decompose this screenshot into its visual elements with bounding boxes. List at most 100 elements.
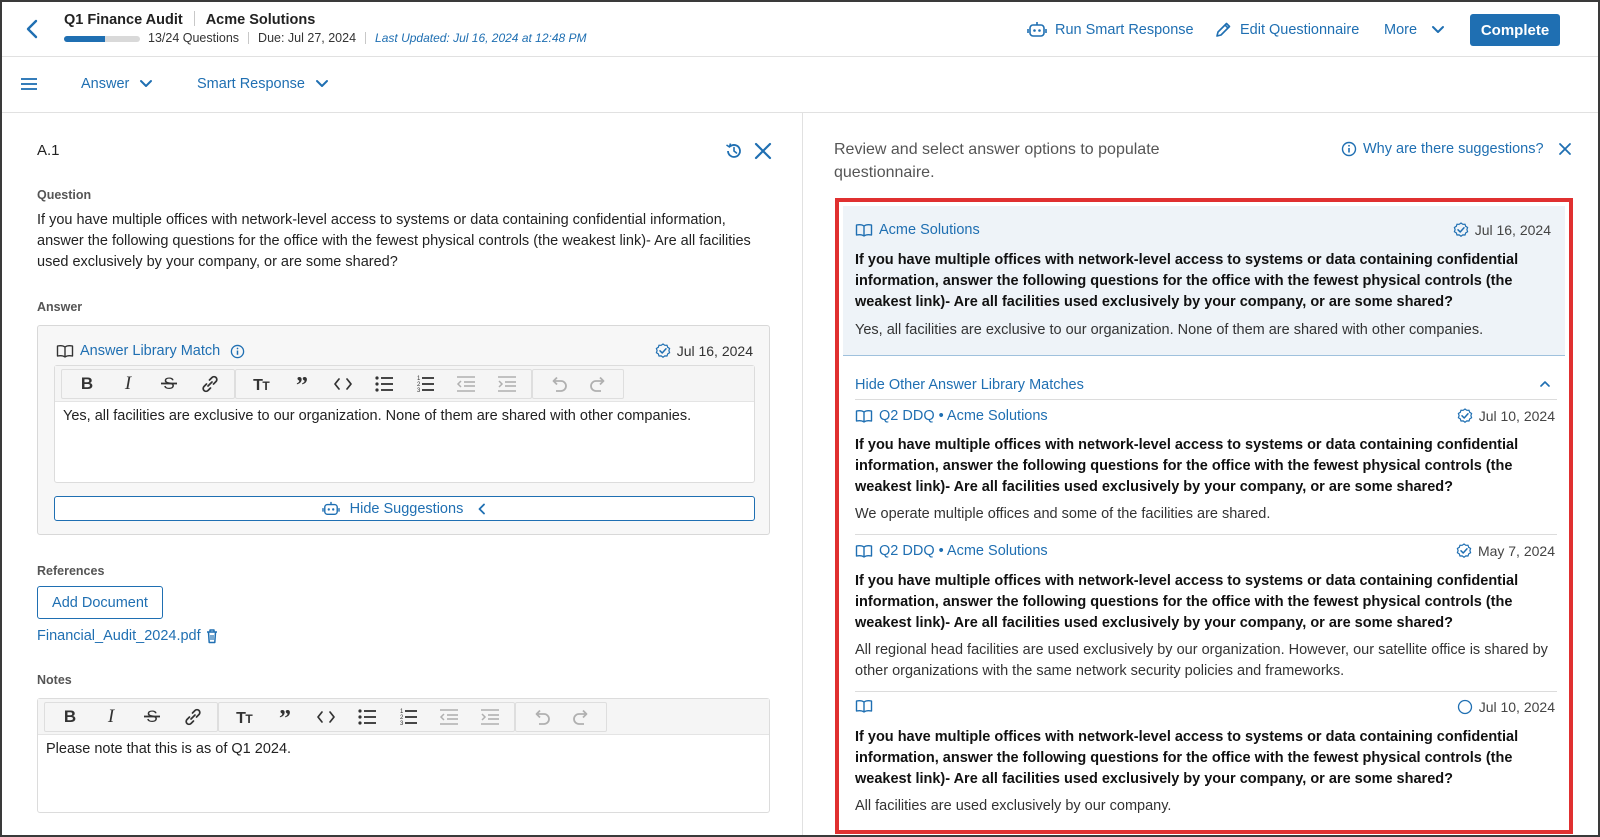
- strikethrough-icon[interactable]: S: [131, 703, 172, 731]
- hide-suggestions-button[interactable]: Hide Suggestions: [54, 496, 755, 521]
- verified-check-icon: [1456, 543, 1472, 558]
- company-name: Acme Solutions: [205, 12, 316, 28]
- chevron-down-icon: [316, 80, 328, 87]
- link-icon[interactable]: [172, 703, 213, 731]
- progress-bar: [64, 36, 140, 42]
- answer-dropdown[interactable]: Answer: [81, 76, 153, 92]
- link-icon[interactable]: [189, 370, 230, 398]
- undo-icon[interactable]: [537, 370, 578, 398]
- toolbar-group: [515, 701, 607, 732]
- indent-icon[interactable]: [469, 703, 510, 731]
- match-source: [855, 699, 879, 713]
- header-meta: 13/24 Questions Due: Jul 27, 2024 Last Upd…: [148, 31, 587, 45]
- info-icon[interactable]: [230, 344, 245, 359]
- italic-icon[interactable]: I: [90, 703, 131, 731]
- match-answer: All regional head facilities are used ex…: [855, 642, 1548, 679]
- hide-suggestions-label: Hide Suggestions: [349, 500, 464, 517]
- svg-text:I: I: [123, 373, 132, 394]
- match-source-label[interactable]: Q2 DDQ • Acme Solutions: [879, 408, 1048, 424]
- hide-other-matches-toggle[interactable]: Hide Other Answer Library Matches: [855, 377, 1084, 393]
- undo-icon[interactable]: [520, 703, 561, 731]
- match-question: If you have multiple offices with networ…: [855, 573, 1519, 631]
- suggestion-source-label[interactable]: Acme Solutions: [879, 222, 980, 238]
- svg-text:3: 3: [417, 388, 421, 394]
- suggestion-source: Acme Solutions: [855, 222, 980, 238]
- chevron-down-icon: [140, 80, 153, 87]
- match-date-text: Jul 10, 2024: [1478, 699, 1555, 715]
- code-icon[interactable]: [322, 370, 363, 398]
- hamburger-icon[interactable]: [20, 76, 38, 92]
- text-size-icon[interactable]: TT: [223, 703, 264, 731]
- edit-questionnaire-label: Edit Questionnaire: [1240, 22, 1360, 38]
- answer-dropdown-label: Answer: [81, 76, 130, 92]
- selected-suggestion-card[interactable]: Acme Solutions Jul 16, 2024 If you have …: [843, 206, 1565, 356]
- svg-text:3: 3: [400, 721, 404, 727]
- match-source-label[interactable]: Q2 DDQ • Acme Solutions: [879, 543, 1048, 559]
- trash-icon[interactable]: [205, 628, 219, 644]
- book-icon: [855, 545, 873, 558]
- answer-editor-text[interactable]: Yes, all facilities are exclusive to our…: [55, 402, 754, 430]
- robot-icon: [1027, 22, 1047, 37]
- pencil-icon: [1216, 22, 1231, 37]
- verified-check-icon: [655, 343, 671, 358]
- redo-icon[interactable]: [578, 370, 619, 398]
- notes-editor-text[interactable]: Please note that this is as of Q1 2024.: [38, 735, 769, 763]
- more-dropdown[interactable]: More: [1384, 19, 1445, 41]
- answer-date-text: Jul 16, 2024: [676, 343, 753, 359]
- quote-icon[interactable]: ”: [264, 703, 305, 731]
- answer-source-label[interactable]: Answer Library Match: [80, 343, 220, 359]
- suggestions-heading: Review and select answer options to popu…: [834, 141, 1160, 181]
- questionnaire-title: Q1 Finance Audit: [64, 12, 183, 28]
- outdent-icon[interactable]: [428, 703, 469, 731]
- strikethrough-icon[interactable]: S: [148, 370, 189, 398]
- robot-icon: [321, 501, 340, 515]
- chevron-down-icon: [1432, 26, 1445, 33]
- verified-check-icon: [1457, 408, 1473, 423]
- numbered-list-icon[interactable]: 123: [404, 370, 445, 398]
- toolbar-group: B IS: [44, 701, 218, 732]
- indent-icon[interactable]: [486, 370, 527, 398]
- bullet-list-icon[interactable]: [363, 370, 404, 398]
- answer-editor[interactable]: B I S T T ” 1 2 3 Yes, all facilities are exclus…: [54, 365, 755, 483]
- numbered-list-icon[interactable]: 123: [387, 703, 428, 731]
- complete-button[interactable]: Complete: [1470, 14, 1560, 46]
- divider: [855, 534, 1557, 535]
- bullet-list-icon[interactable]: [346, 703, 387, 731]
- back-chevron-icon[interactable]: [22, 18, 44, 40]
- match-answer: We operate multiple offices and some of …: [855, 506, 1271, 522]
- smart-response-dropdown[interactable]: Smart Response: [197, 76, 329, 92]
- reference-file-link[interactable]: Financial_Audit_2024.pdf: [37, 628, 201, 644]
- outdent-icon[interactable]: [445, 370, 486, 398]
- run-smart-response-button[interactable]: Run Smart Response: [1027, 19, 1194, 41]
- quote-icon[interactable]: ”: [281, 370, 322, 398]
- notes-editor[interactable]: B I S T T ” 1 2 3 Please note that this is as of…: [37, 698, 770, 813]
- panel-divider: [802, 113, 803, 835]
- history-icon[interactable]: [724, 141, 744, 161]
- code-icon[interactable]: [305, 703, 346, 731]
- match-date-text: May 7, 2024: [1477, 543, 1555, 559]
- more-label: More: [1384, 22, 1418, 38]
- app-window: Q1 Finance Audit Acme Solutions 13/24 Que…: [0, 0, 1600, 837]
- close-icon[interactable]: [753, 141, 773, 161]
- chevron-up-icon[interactable]: [1539, 380, 1551, 388]
- bold-icon[interactable]: B: [66, 370, 107, 398]
- match-date-text: Jul 10, 2024: [1478, 408, 1555, 424]
- match-date: May 7, 2024: [1456, 543, 1555, 559]
- redo-icon[interactable]: [561, 703, 602, 731]
- add-document-button[interactable]: Add Document: [37, 586, 163, 619]
- question-id: A.1: [37, 142, 60, 159]
- book-icon: [855, 224, 873, 237]
- notes-editor-toolbar: B I S T T ” 1 2 3: [38, 699, 769, 735]
- edit-questionnaire-button[interactable]: Edit Questionnaire: [1214, 19, 1359, 41]
- close-icon[interactable]: [1558, 142, 1572, 156]
- svg-text:”: ”: [279, 706, 291, 728]
- answer-editor-toolbar: B I S T T ” 1 2 3: [55, 366, 754, 402]
- bold-icon[interactable]: B: [49, 703, 90, 731]
- italic-icon[interactable]: I: [107, 370, 148, 398]
- notes-label: Notes: [37, 673, 72, 687]
- why-suggestions-link[interactable]: Why are there suggestions?: [1341, 141, 1572, 157]
- svg-text:”: ”: [296, 373, 308, 395]
- text-size-icon[interactable]: TT: [240, 370, 281, 398]
- book-icon: [56, 345, 74, 358]
- smart-response-dropdown-label: Smart Response: [197, 76, 305, 92]
